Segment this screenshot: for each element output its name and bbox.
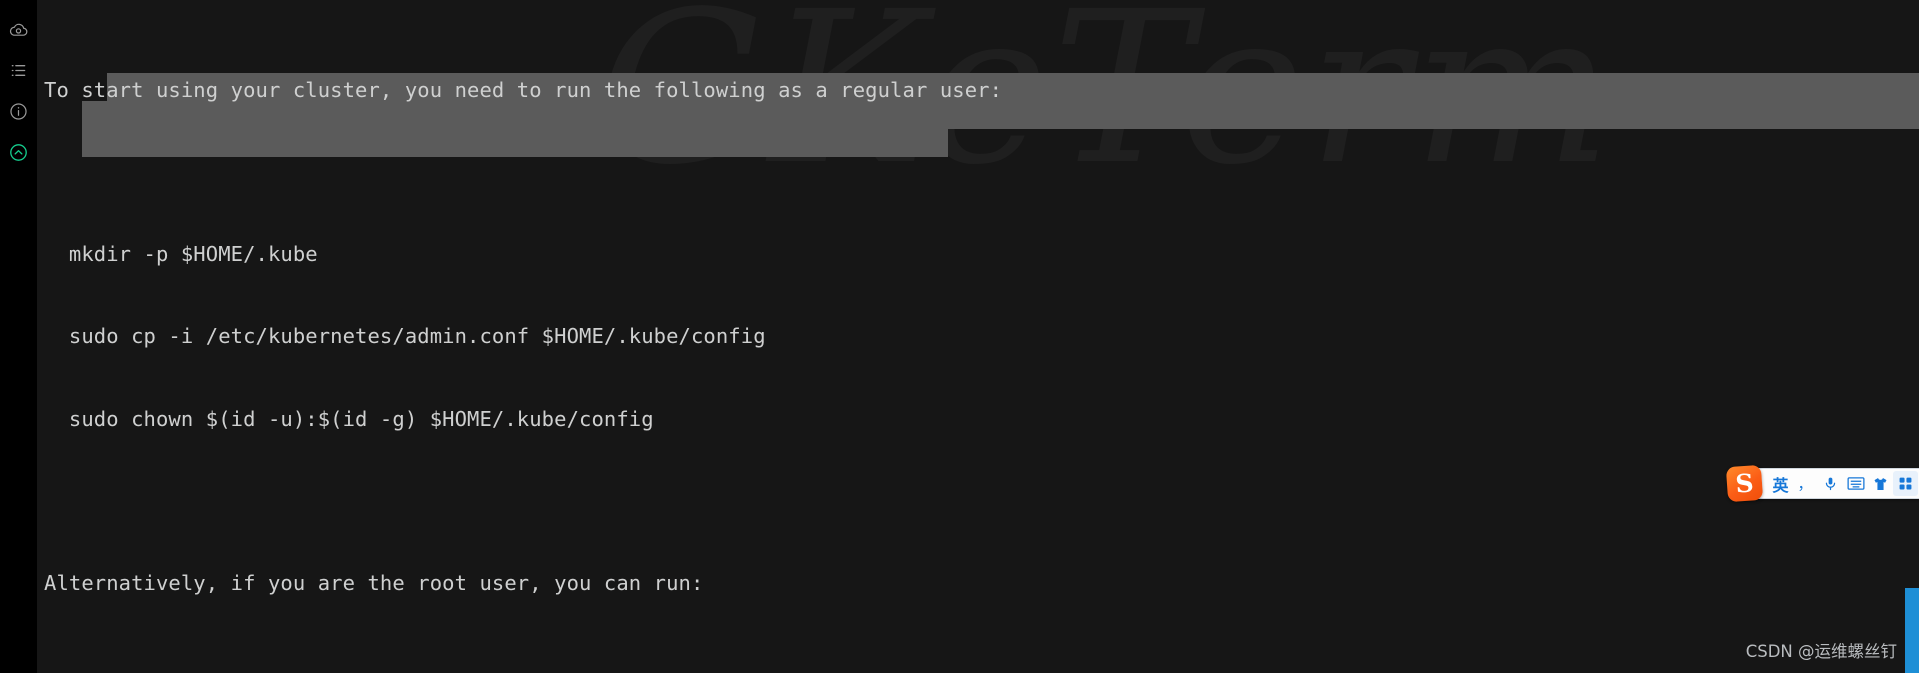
grid-icon [1898,476,1913,491]
terminal-line: sudo cp -i /etc/kubernetes/admin.conf $H… [44,324,766,349]
sidebar-item-info[interactable] [0,91,37,132]
voice-input-button[interactable] [1818,471,1843,496]
sidebar-item-list[interactable] [0,50,37,91]
microphone-icon [1823,475,1838,492]
t-shirt-icon [1872,476,1889,492]
punctuation-mode-button[interactable]: ， [1793,471,1818,496]
list-icon [8,60,29,81]
terminal-window: GKeTerm To start using your cluster, you… [0,0,1919,673]
language-mode-button[interactable]: 英 [1768,471,1793,496]
terminal-line: mkdir -p $HOME/.kube [44,242,318,267]
cloud-icon [8,19,29,40]
sidebar-rail [0,0,37,673]
terminal-output-pane[interactable]: GKeTerm To start using your cluster, you… [37,0,1919,673]
terminal-line: sudo chown $(id -u):$(id -g) $HOME/.kube… [44,406,654,431]
toolbox-menu-button[interactable] [1893,471,1918,496]
sidebar-item-collapse[interactable] [0,132,37,173]
terminal-line: To start using your cluster, you need to… [44,77,1003,102]
vertical-scrollbar-thumb[interactable] [1905,588,1919,673]
ime-toolbar[interactable]: S 英 ， [1725,464,1919,503]
info-icon [8,101,29,122]
terminal-line-list: To start using your cluster, you need to… [37,0,1400,673]
skin-button[interactable] [1868,471,1893,496]
sidebar-item-cloud[interactable] [0,9,37,50]
chevron-up-circle-icon [8,142,29,163]
sogou-logo-icon[interactable]: S [1725,464,1764,503]
keyboard-icon [1846,476,1865,491]
vertical-scrollbar-track[interactable] [1905,0,1919,673]
soft-keyboard-button[interactable] [1843,471,1868,496]
terminal-line: Alternatively, if you are the root user,… [44,571,704,596]
csdn-watermark: CSDN @运维螺丝钉 [1745,642,1897,661]
